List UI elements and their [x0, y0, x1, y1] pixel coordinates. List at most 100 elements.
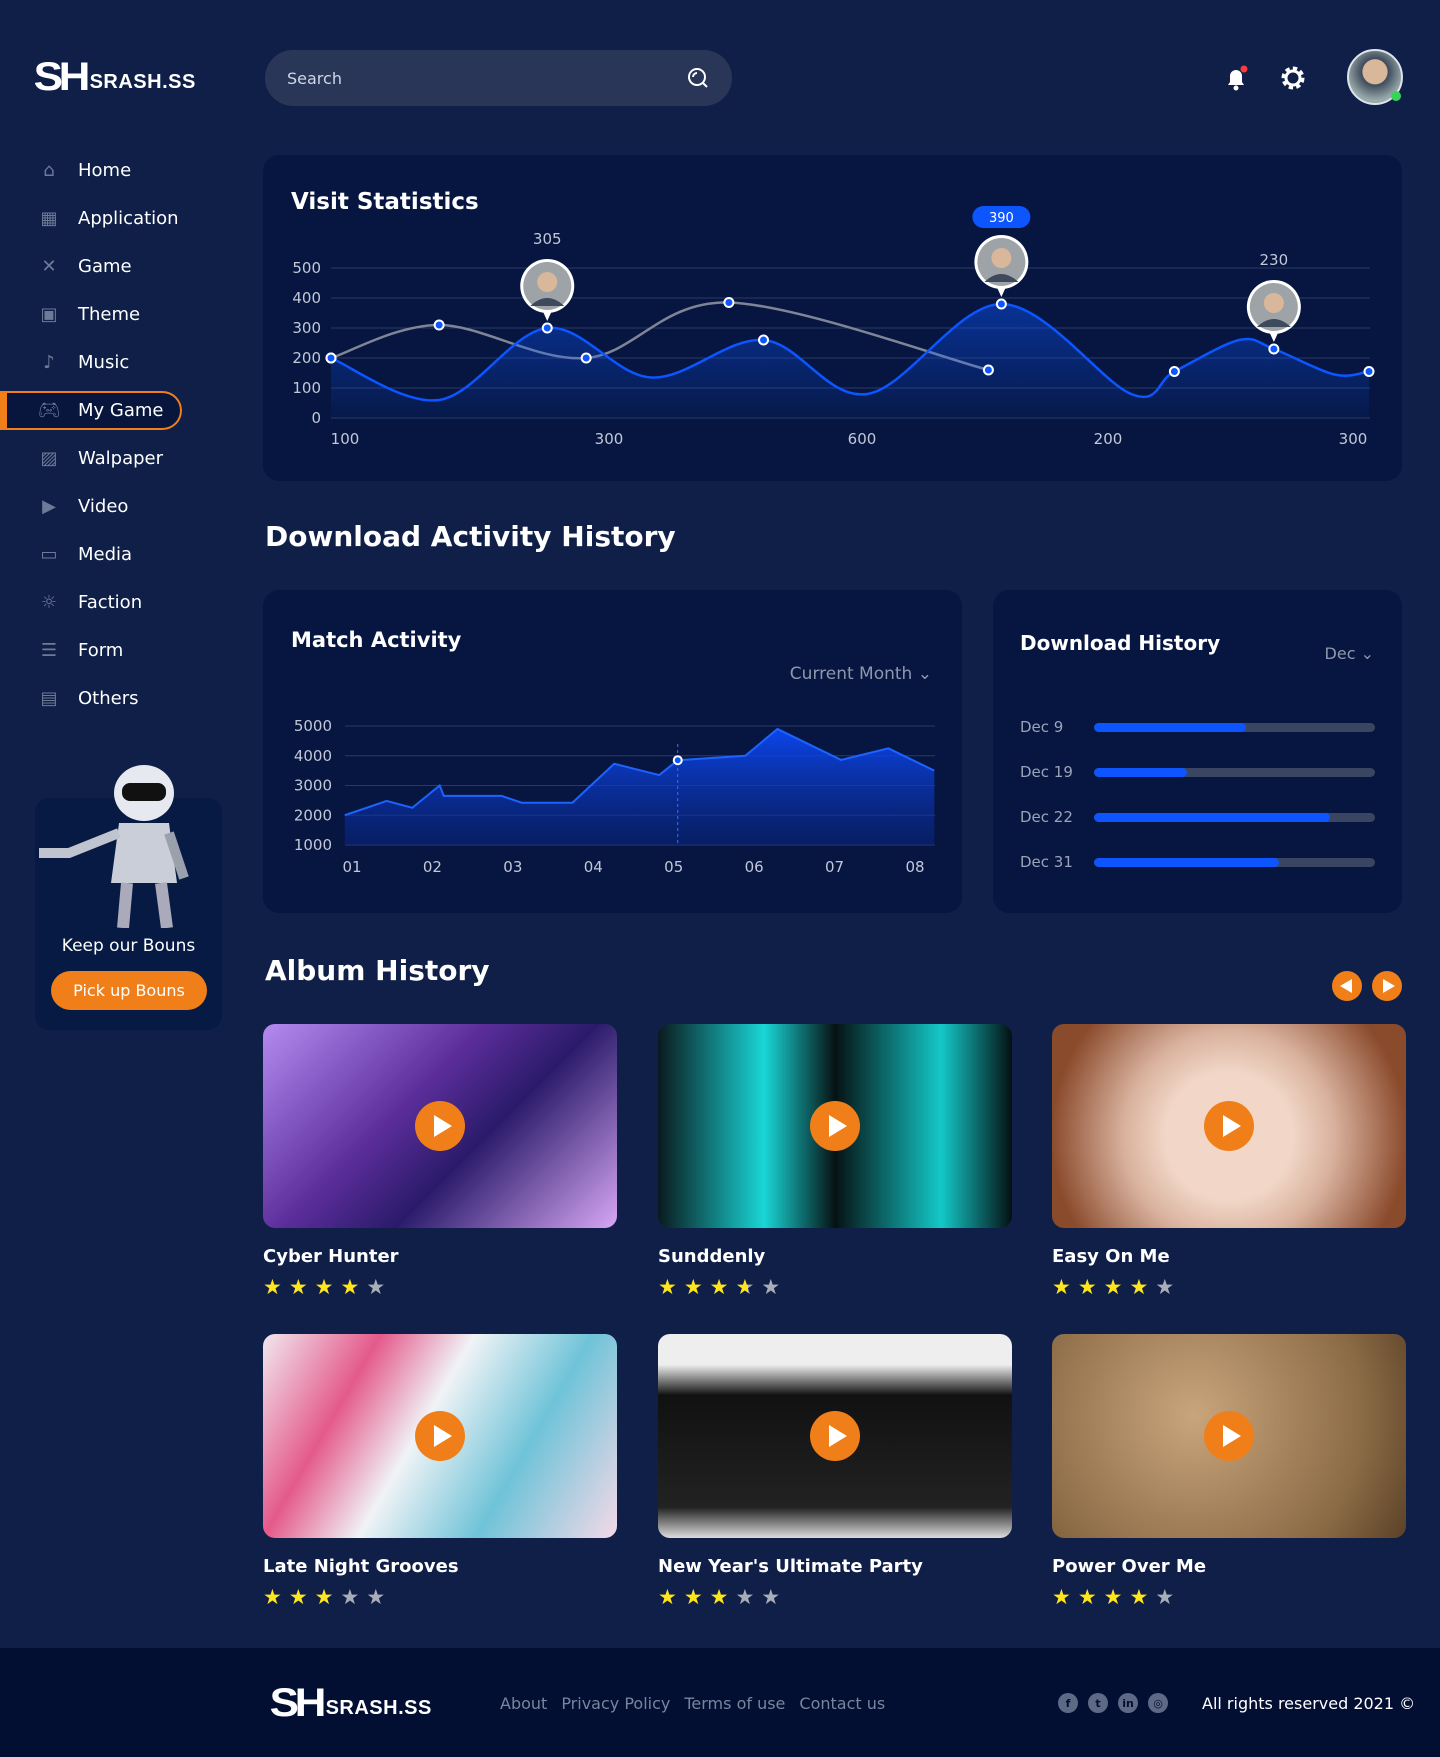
download-row: Dec 19 [1020, 763, 1375, 781]
album-cover[interactable] [658, 1024, 1012, 1228]
star-icon: ★ [1103, 1275, 1130, 1299]
star-icon: ★ [683, 1585, 710, 1609]
facebook-icon[interactable]: f [1058, 1693, 1078, 1713]
footer-link-about[interactable]: About [500, 1694, 547, 1713]
x-tick-label: 08 [905, 858, 924, 876]
download-progress-bar [1094, 857, 1375, 867]
x-tick-label: 03 [503, 858, 522, 876]
footer: SH SRASH.SS About Privacy Policy Terms of u… [0, 1648, 1440, 1757]
star-icon: ★ [288, 1275, 315, 1299]
star-icon: ★ [366, 1585, 393, 1609]
star-icon: ★ [735, 1585, 762, 1609]
footer-link-contact-us[interactable]: Contact us [799, 1694, 885, 1713]
x-tick-label: 02 [423, 858, 442, 876]
dec-filter-dropdown[interactable]: Dec ⌄ [1325, 644, 1374, 663]
download-progress-fill [1094, 857, 1280, 867]
social-links: f t in ◎ [1058, 1693, 1168, 1713]
album-card[interactable]: New Year's Ultimate Party ★★★★★ [658, 1334, 1012, 1609]
prev-button[interactable] [1332, 971, 1362, 1001]
play-button[interactable] [810, 1411, 860, 1461]
star-rating: ★★★★★ [263, 1275, 617, 1299]
star-icon: ★ [1155, 1585, 1182, 1609]
x-tick-label: 04 [584, 858, 603, 876]
pick-up-bonus-button[interactable]: Pick up Bouns [51, 971, 207, 1010]
star-rating: ★★★★★ [658, 1585, 1012, 1609]
star-icon: ★ [683, 1275, 710, 1299]
album-card[interactable]: Easy On Me ★★★★★ [1052, 1024, 1406, 1299]
y-tick-label: 2000 [294, 806, 332, 824]
star-icon: ★ [658, 1275, 684, 1299]
y-tick-label: 3000 [294, 777, 332, 795]
album-cover[interactable] [263, 1334, 617, 1538]
album-card[interactable]: Sunddenly ★★★★★ [658, 1024, 1012, 1299]
instagram-icon[interactable]: ◎ [1148, 1693, 1168, 1713]
album-cover[interactable] [1052, 1334, 1406, 1538]
album-cover[interactable] [263, 1024, 617, 1228]
star-icon: ★ [340, 1275, 367, 1299]
album-cover[interactable] [1052, 1024, 1406, 1228]
album-card[interactable]: Cyber Hunter ★★★★★ [263, 1024, 617, 1299]
album-title: Sunddenly [658, 1246, 766, 1267]
twitter-icon[interactable]: t [1088, 1693, 1108, 1713]
star-rating: ★★★★★ [1052, 1585, 1406, 1609]
y-tick-label: 1000 [294, 836, 332, 854]
star-rating: ★★★★★ [658, 1275, 1012, 1299]
album-card[interactable]: Late Night Grooves ★★★★★ [263, 1334, 617, 1609]
play-button[interactable] [810, 1101, 860, 1151]
x-tick-label: 01 [342, 858, 361, 876]
next-button[interactable] [1372, 971, 1402, 1001]
copyright-icon: © [1399, 1694, 1416, 1713]
album-title: Late Night Grooves [263, 1556, 459, 1577]
star-icon: ★ [1155, 1275, 1182, 1299]
star-icon: ★ [709, 1275, 736, 1299]
album-cover[interactable] [658, 1334, 1012, 1538]
star-icon: ★ [761, 1585, 788, 1609]
chevron-down-icon: ⌄ [1360, 644, 1374, 663]
album-card[interactable]: Power Over Me ★★★★★ [1052, 1334, 1406, 1609]
download-row: Dec 9 [1020, 718, 1375, 736]
star-icon: ★ [288, 1585, 315, 1609]
download-progress-bar [1094, 812, 1375, 822]
download-progress-bar [1094, 767, 1375, 777]
copyright: All rights reserved 2021 © [1202, 1694, 1416, 1713]
star-icon: ★ [1052, 1275, 1078, 1299]
footer-links: About Privacy Policy Terms of use Contact u… [500, 1694, 899, 1713]
footer-link-terms-of-use[interactable]: Terms of use [684, 1694, 785, 1713]
star-icon: ★ [314, 1585, 341, 1609]
area-fill [344, 728, 935, 845]
play-button[interactable] [415, 1411, 465, 1461]
star-icon: ★ [1129, 1275, 1156, 1299]
linkedin-icon[interactable]: in [1118, 1693, 1138, 1713]
footer-link-privacy-policy[interactable]: Privacy Policy [561, 1694, 670, 1713]
x-tick-label: 06 [745, 858, 764, 876]
download-progress-fill [1094, 767, 1187, 777]
y-tick-label: 5000 [294, 717, 332, 735]
star-rating: ★★★★★ [263, 1585, 617, 1609]
arrow-right-icon [1382, 979, 1395, 993]
play-button[interactable] [1204, 1411, 1254, 1461]
footer-logo[interactable]: SH SRASH.SS [270, 1683, 432, 1723]
star-icon: ★ [1129, 1585, 1156, 1609]
play-button[interactable] [1204, 1101, 1254, 1151]
x-tick-label: 07 [825, 858, 844, 876]
star-icon: ★ [1077, 1275, 1104, 1299]
star-rating: ★★★★★ [1052, 1275, 1406, 1299]
download-progress-bar [1094, 722, 1375, 732]
star-icon: ★ [366, 1275, 393, 1299]
download-row: Dec 31 [1020, 853, 1375, 871]
download-row: Dec 22 [1020, 808, 1375, 826]
album-title: Cyber Hunter [263, 1246, 399, 1267]
star-icon: ★ [263, 1585, 289, 1609]
album-title: Power Over Me [1052, 1556, 1207, 1577]
star-icon: ★ [761, 1275, 788, 1299]
play-button[interactable] [415, 1101, 465, 1151]
star-icon: ★ [340, 1585, 367, 1609]
download-history-title: Download History [1020, 631, 1221, 655]
star-icon: ★ [263, 1275, 289, 1299]
star-icon: ★ [709, 1585, 736, 1609]
star-icon: ★ [735, 1275, 762, 1299]
star-icon: ★ [1052, 1585, 1078, 1609]
data-point[interactable] [672, 755, 683, 766]
download-progress-fill [1094, 722, 1246, 732]
star-icon: ★ [658, 1585, 684, 1609]
